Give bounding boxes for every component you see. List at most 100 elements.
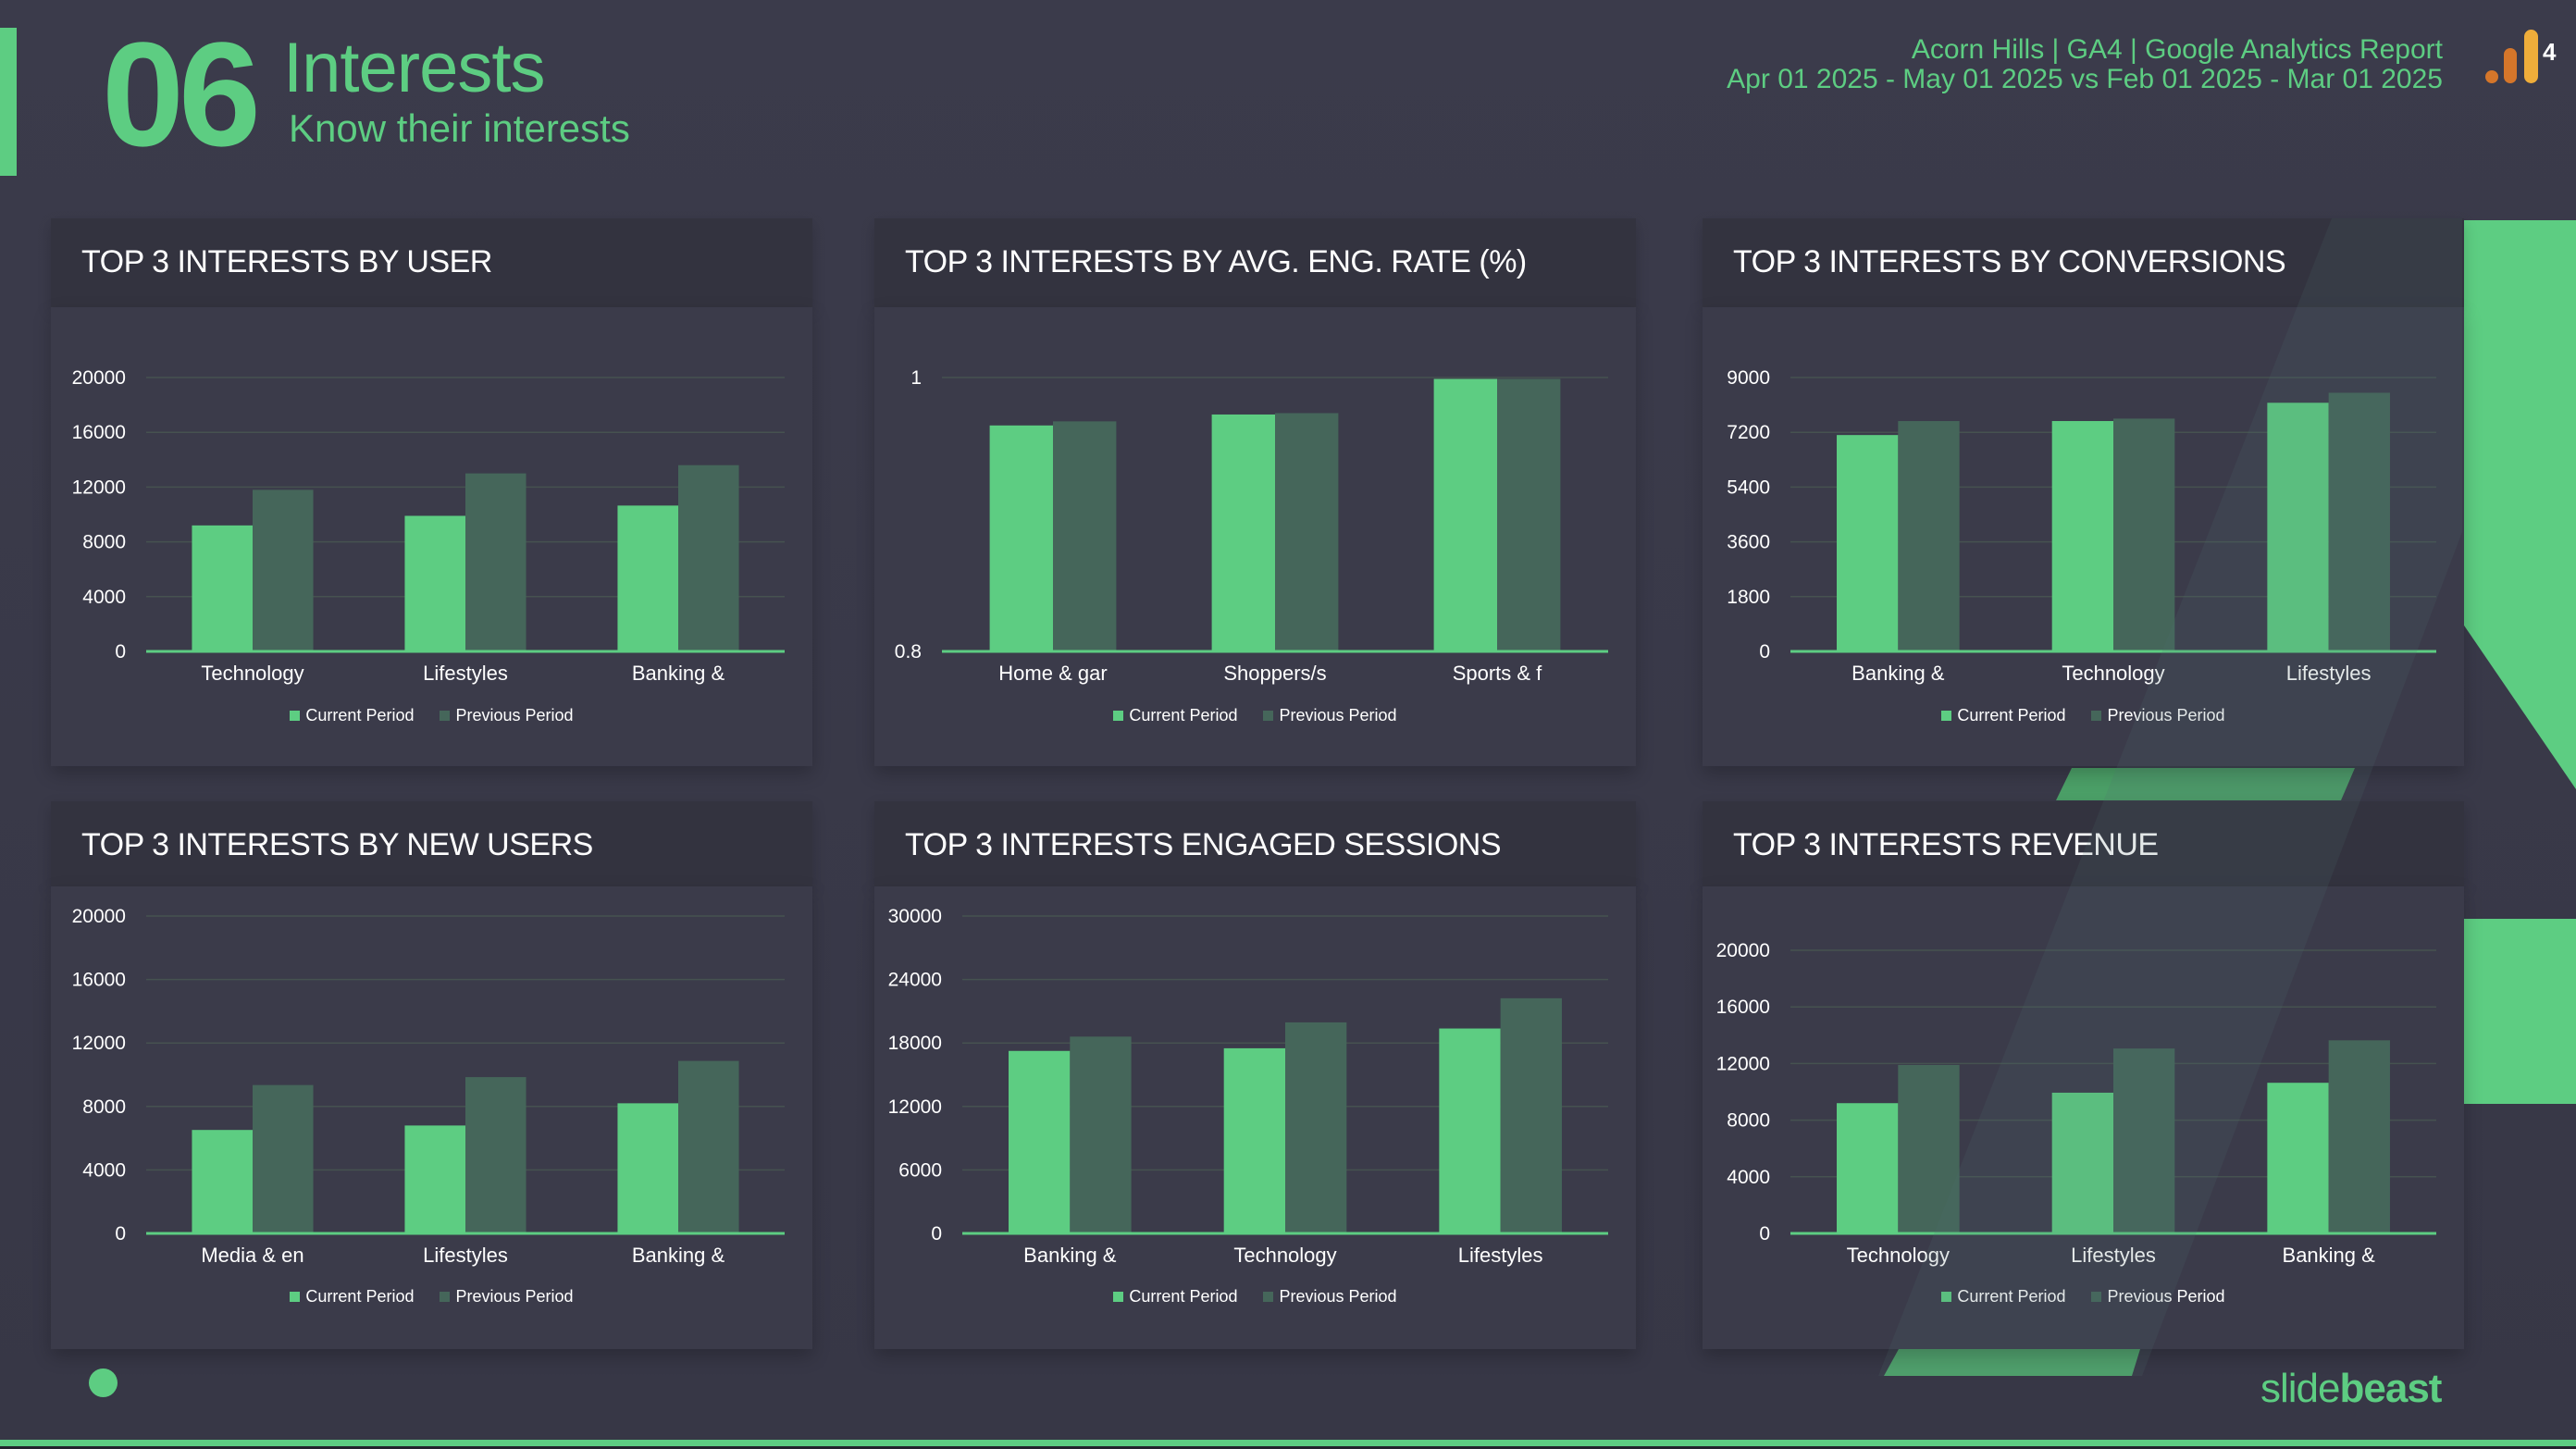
date-range: Apr 01 2025 - May 01 2025 vs Feb 01 2025… (1727, 64, 2443, 94)
bar-previous-0[interactable] (253, 489, 314, 651)
y-tick-label: 20000 (72, 367, 126, 389)
bar-previous-2[interactable] (2328, 1040, 2390, 1233)
chart-panel-users: 0 4000 8000 12000 16000 20000 Technology Lifest… (51, 307, 812, 766)
bar-current-0[interactable] (1837, 1103, 1899, 1233)
bar-current-1[interactable] (1223, 1047, 1285, 1233)
bar-current-1[interactable] (2051, 1092, 2113, 1233)
y-tick-label: 24000 (888, 970, 942, 991)
bar-previous-1[interactable] (2113, 1048, 2175, 1233)
y-tick-label: 0 (1759, 641, 1770, 663)
x-category-label: Home & gar (998, 662, 1107, 685)
bar-previous-0[interactable] (253, 1084, 314, 1233)
x-category-label: Media & en (201, 1244, 303, 1267)
bar-previous-1[interactable] (1275, 413, 1339, 651)
y-tick-label: 7200 (1727, 422, 1770, 443)
chart-title: TOP 3 INTERESTS BY CONVERSIONS (1733, 244, 2286, 279)
bar-current-2[interactable] (617, 505, 678, 651)
bar-current-2[interactable] (2267, 402, 2329, 651)
ga-dot (2485, 70, 2498, 83)
chart-panel-eng-rate: 0.8 1 Home & gar Shoppers/s Sports & f Curren… (874, 307, 1636, 766)
legend-item-current[interactable]: Current Period (290, 706, 414, 725)
bar-current-0[interactable] (1009, 1050, 1071, 1233)
legend-item-current[interactable]: Current Period (1113, 1287, 1237, 1307)
x-category-label: Sports & f (1453, 662, 1542, 685)
bar-current-1[interactable] (2051, 421, 2113, 651)
legend-item-previous[interactable]: Previous Period (2091, 706, 2225, 725)
deco-green-top-shape (2462, 220, 2576, 488)
x-category-label: Banking & (1023, 1244, 1117, 1267)
bar-previous-0[interactable] (1070, 1036, 1132, 1233)
x-category-label: Lifestyles (423, 1244, 508, 1267)
bar-current-2[interactable] (2267, 1083, 2329, 1233)
y-tick-label: 16000 (72, 422, 126, 443)
legend-swatch-current (1113, 1292, 1124, 1302)
legend-item-previous[interactable]: Previous Period (440, 706, 574, 725)
bar-previous-1[interactable] (2113, 418, 2175, 651)
chart-title: TOP 3 INTERESTS BY USER (81, 244, 492, 279)
y-tick-label: 0.8 (895, 641, 922, 663)
legend-item-current[interactable]: Current Period (290, 1287, 414, 1307)
legend-label-current: Current Period (1129, 706, 1238, 724)
bar-previous-2[interactable] (2328, 392, 2390, 651)
chart-legend: Current Period Previous Period (874, 706, 1636, 725)
x-category-label: Banking & (2283, 1244, 2376, 1267)
bar-current-2[interactable] (617, 1103, 678, 1233)
y-tick-label: 4000 (82, 587, 126, 608)
bar-previous-2[interactable] (678, 1060, 739, 1233)
bar-current-1[interactable] (1211, 414, 1275, 651)
legend-label-current: Current Period (305, 706, 415, 724)
bar-current-1[interactable] (404, 1125, 465, 1233)
legend-item-current[interactable]: Current Period (1941, 1287, 2065, 1307)
y-tick-label: 5400 (1727, 477, 1770, 498)
chart-title: TOP 3 INTERESTS BY AVG. ENG. RATE (%) (905, 244, 1527, 279)
bar-current-0[interactable] (192, 1130, 253, 1233)
bar-previous-0[interactable] (1053, 421, 1117, 651)
legend-item-current[interactable]: Current Period (1941, 706, 2065, 725)
bar-previous-2[interactable] (1500, 997, 1562, 1233)
chart-title: TOP 3 INTERESTS REVENUE (1733, 827, 2159, 862)
legend-item-previous[interactable]: Previous Period (1263, 1287, 1397, 1307)
y-tick-label: 8000 (82, 532, 126, 553)
y-tick-label: 18000 (888, 1033, 942, 1054)
bar-previous-1[interactable] (465, 1077, 526, 1233)
legend-item-previous[interactable]: Previous Period (2091, 1287, 2225, 1307)
bar-previous-0[interactable] (1898, 421, 1960, 651)
legend-label-previous: Previous Period (1279, 706, 1397, 724)
page-title: Interests (283, 29, 545, 107)
bar-previous-2[interactable] (678, 464, 739, 651)
ga-badge-4: 4 (2543, 38, 2557, 66)
bar-previous-1[interactable] (465, 473, 526, 651)
bar-current-0[interactable] (989, 425, 1053, 651)
bar-previous-2[interactable] (1497, 378, 1561, 651)
legend-swatch-previous (2091, 711, 2102, 721)
bar-previous-0[interactable] (1898, 1064, 1960, 1233)
chart-title: TOP 3 INTERESTS ENGAGED SESSIONS (905, 827, 1502, 862)
y-tick-label: 12000 (72, 1033, 126, 1054)
bar-current-0[interactable] (1837, 435, 1899, 651)
bar-current-1[interactable] (404, 515, 465, 651)
legend-item-previous[interactable]: Previous Period (440, 1287, 574, 1307)
chart-panel-conversions: 0 1800 3600 5400 7200 9000 Banking & Technology… (1703, 307, 2464, 766)
chart-legend: Current Period Previous Period (51, 1287, 812, 1307)
legend-item-current[interactable]: Current Period (1113, 706, 1237, 725)
y-tick-label: 1 (910, 367, 922, 389)
chart-panel-engaged-sessions: 0 6000 12000 18000 24000 30000 Banking & Techno… (874, 886, 1636, 1349)
chart-title: TOP 3 INTERESTS BY NEW USERS (81, 827, 593, 862)
bar-current-0[interactable] (192, 525, 253, 651)
chart-panel-revenue: 0 4000 8000 12000 16000 20000 Technology Lifest… (1703, 886, 2464, 1349)
report-title: Acorn Hills | GA4 | Google Analytics Rep… (1911, 34, 2443, 65)
y-tick-label: 16000 (72, 970, 126, 991)
legend-label-current: Current Period (1957, 1287, 2066, 1306)
bar-current-2[interactable] (1433, 378, 1497, 651)
brand-bold: beast (2339, 1366, 2443, 1411)
bar-current-2[interactable] (1439, 1028, 1501, 1233)
brand-light: slide (2260, 1366, 2340, 1411)
legend-swatch-previous (1263, 711, 1274, 721)
bar-previous-1[interactable] (1285, 1022, 1347, 1233)
legend-label-previous: Previous Period (2107, 1287, 2225, 1306)
y-tick-label: 3600 (1727, 532, 1770, 553)
legend-item-previous[interactable]: Previous Period (1263, 706, 1397, 725)
y-tick-label: 12000 (72, 477, 126, 498)
bar-chart-new-users: 0 4000 8000 12000 16000 20000 Media & en Lifest… (72, 906, 785, 1267)
x-category-label: Banking & (632, 1244, 725, 1267)
